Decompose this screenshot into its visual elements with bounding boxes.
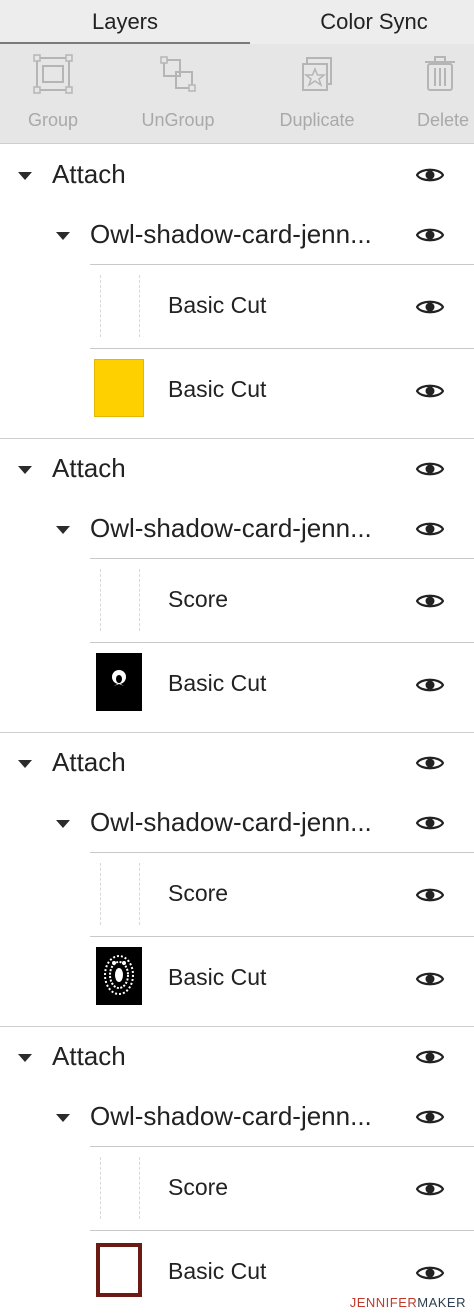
eye-icon[interactable] <box>416 298 444 316</box>
layer-row-image[interactable]: Owl-shadow-card-jenn... <box>0 499 474 559</box>
layer-label: Basic Cut <box>168 292 267 318</box>
layer-label: Owl-shadow-card-jenn... <box>90 513 372 543</box>
layer-row-sublayer[interactable]: Score <box>0 1147 474 1231</box>
watermark-part1: JENNIFER <box>349 1295 418 1310</box>
eye-icon[interactable] <box>416 676 444 694</box>
layers-list: Attach Owl-shadow-card-jenn... Basic Cut… <box>0 145 474 1316</box>
group-button[interactable]: Group <box>24 44 82 144</box>
duplicate-icon <box>297 54 337 94</box>
eye-icon[interactable] <box>416 1180 444 1198</box>
layer-label: Attach <box>52 159 126 189</box>
layer-row-attach[interactable]: Attach <box>0 439 474 499</box>
panel-tabs: Layers Color Sync <box>0 0 474 44</box>
watermark: JENNIFERMAKER <box>350 1295 466 1310</box>
layer-label: Owl-shadow-card-jenn... <box>90 807 372 837</box>
caret-down-icon[interactable] <box>56 820 70 828</box>
layer-group: Attach Owl-shadow-card-jenn... Score Bas… <box>0 733 474 1027</box>
layer-row-sublayer[interactable]: Basic Cut <box>0 643 474 727</box>
layer-label: Basic Cut <box>168 964 267 990</box>
layer-row-sublayer[interactable]: Basic Cut <box>0 265 474 349</box>
eye-icon[interactable] <box>416 166 444 184</box>
layer-row-attach[interactable]: Attach <box>0 733 474 793</box>
eye-icon[interactable] <box>416 886 444 904</box>
ungroup-icon <box>158 54 198 94</box>
ungroup-label: UnGroup <box>141 110 215 130</box>
group-icon <box>33 54 73 94</box>
duplicate-label: Duplicate <box>279 110 355 130</box>
layer-row-image[interactable]: Owl-shadow-card-jenn... <box>0 205 474 265</box>
caret-down-icon[interactable] <box>18 1054 32 1062</box>
tab-color-sync[interactable]: Color Sync <box>250 0 474 44</box>
layer-label: Attach <box>52 747 126 777</box>
layer-thumbnail <box>100 275 140 337</box>
layer-thumbnail <box>96 947 142 1005</box>
delete-button[interactable]: Delete <box>414 44 474 144</box>
layer-label: Basic Cut <box>168 376 267 402</box>
eye-icon[interactable] <box>416 1108 444 1126</box>
group-label: Group <box>27 110 79 130</box>
layer-row-sublayer[interactable]: Score <box>0 853 474 937</box>
layer-thumbnail <box>100 863 140 925</box>
layer-thumbnail <box>96 1243 142 1297</box>
ungroup-button[interactable]: UnGroup <box>138 44 218 144</box>
eye-icon[interactable] <box>416 814 444 832</box>
layer-group: Attach Owl-shadow-card-jenn... Score Bas… <box>0 1027 474 1316</box>
eye-icon[interactable] <box>416 382 444 400</box>
tab-layers[interactable]: Layers <box>0 0 250 44</box>
caret-down-icon[interactable] <box>56 1114 70 1122</box>
layer-label: Attach <box>52 453 126 483</box>
eye-icon[interactable] <box>416 1048 444 1066</box>
delete-label: Delete <box>417 110 470 130</box>
watermark-part2: MAKER <box>417 1295 466 1310</box>
layer-label: Owl-shadow-card-jenn... <box>90 1101 372 1131</box>
layer-label: Basic Cut <box>168 1258 267 1284</box>
layer-label: Attach <box>52 1041 126 1071</box>
caret-down-icon[interactable] <box>18 466 32 474</box>
layer-label: Score <box>168 880 229 906</box>
caret-down-icon[interactable] <box>18 172 32 180</box>
owl-pattern-icon <box>104 955 134 995</box>
layer-row-image[interactable]: Owl-shadow-card-jenn... <box>0 793 474 853</box>
layer-row-attach[interactable]: Attach <box>0 1027 474 1087</box>
layer-row-sublayer[interactable]: Basic Cut <box>0 937 474 1021</box>
eye-icon[interactable] <box>416 970 444 988</box>
layer-label: Score <box>168 586 229 612</box>
layer-thumbnail <box>100 569 140 631</box>
eye-icon[interactable] <box>416 754 444 772</box>
caret-down-icon[interactable] <box>56 526 70 534</box>
eye-icon[interactable] <box>416 460 444 478</box>
layer-group: Attach Owl-shadow-card-jenn... Basic Cut… <box>0 145 474 439</box>
caret-down-icon[interactable] <box>18 760 32 768</box>
layer-label: Score <box>168 1174 229 1200</box>
layer-row-sublayer[interactable]: Basic Cut <box>0 349 474 433</box>
layer-group: Attach Owl-shadow-card-jenn... Score Bas… <box>0 439 474 733</box>
eye-icon[interactable] <box>416 520 444 538</box>
layer-row-attach[interactable]: Attach <box>0 145 474 205</box>
layer-thumbnail <box>94 359 144 417</box>
eye-icon[interactable] <box>416 226 444 244</box>
layer-label: Basic Cut <box>168 670 267 696</box>
layer-label: Owl-shadow-card-jenn... <box>90 219 372 249</box>
layer-thumbnail <box>96 653 142 711</box>
trash-icon <box>420 54 460 94</box>
eye-icon[interactable] <box>416 1264 444 1282</box>
layer-row-image[interactable]: Owl-shadow-card-jenn... <box>0 1087 474 1147</box>
duplicate-button[interactable]: Duplicate <box>276 44 358 144</box>
owl-silhouette-icon <box>112 670 126 686</box>
eye-icon[interactable] <box>416 592 444 610</box>
layer-thumbnail <box>100 1157 140 1219</box>
layer-row-sublayer[interactable]: Score <box>0 559 474 643</box>
caret-down-icon[interactable] <box>56 232 70 240</box>
layers-toolbar: Group UnGroup Duplicate Delete <box>0 44 474 144</box>
